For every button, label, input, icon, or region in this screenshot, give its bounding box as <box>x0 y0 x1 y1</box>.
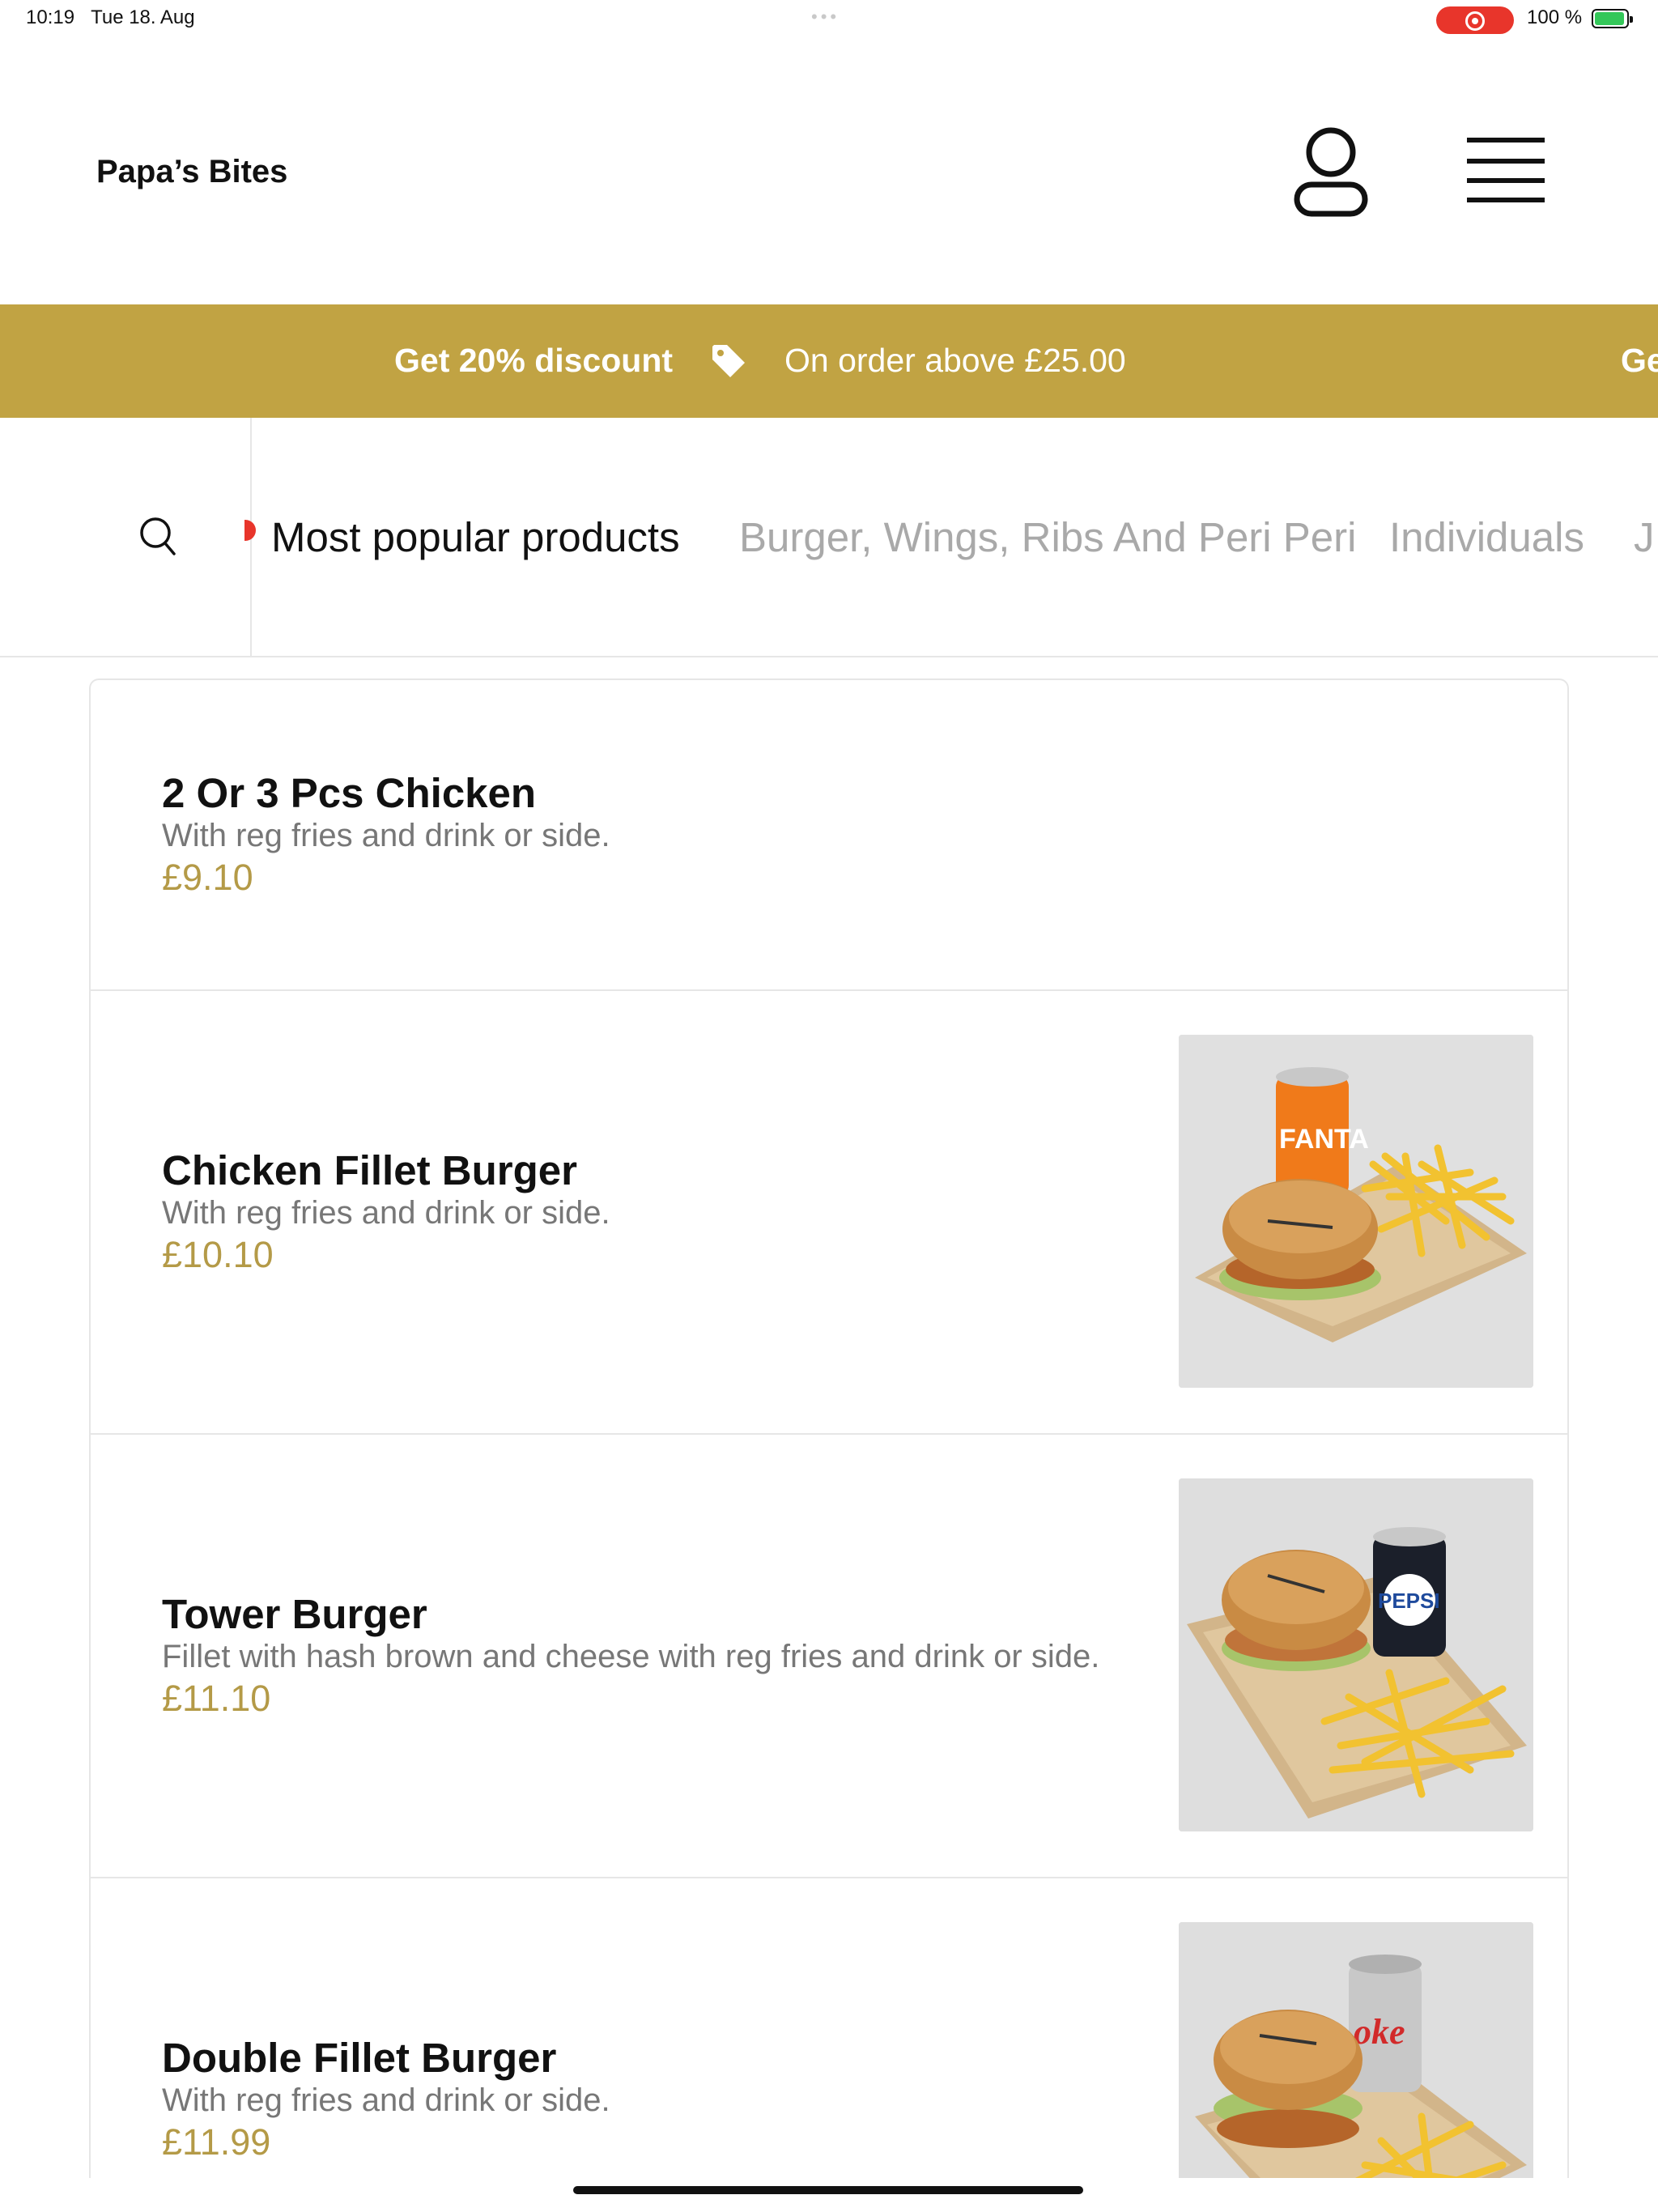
app-header: Papa’s Bites <box>0 81 1658 304</box>
category-bar: Most popular products Burger, Wings, Rib… <box>0 418 1658 657</box>
product-image[interactable]: FANTA <box>1179 1035 1533 1388</box>
active-category-marker <box>244 520 256 541</box>
product-list: 2 Or 3 Pcs Chicken With reg fries and dr… <box>89 678 1569 2212</box>
product-name: Chicken Fillet Burger <box>162 1147 577 1193</box>
product-price: £11.10 <box>162 1678 271 1719</box>
product-image[interactable]: PEPSI <box>1179 1478 1533 1831</box>
brand-title[interactable]: Papa’s Bites <box>96 154 287 190</box>
can-label: PEPSI <box>1378 1589 1440 1613</box>
product-description: With reg fries and drink or side. <box>162 818 610 853</box>
tab-burger-wings[interactable]: Burger, Wings, Ribs And Peri Peri <box>739 513 1357 561</box>
product-item[interactable]: Chicken Fillet Burger With reg fries and… <box>91 991 1567 1435</box>
product-name: 2 Or 3 Pcs Chicken <box>162 770 537 816</box>
search-icon <box>140 517 176 555</box>
search-button[interactable] <box>0 418 252 656</box>
product-name: Double Fillet Burger <box>162 2035 557 2081</box>
product-price: £11.99 <box>162 2121 271 2163</box>
status-time: 10:19 Tue 18. Aug <box>26 6 195 28</box>
banner-condition: On order above £25.00 <box>784 342 1126 379</box>
tag-icon <box>712 345 745 377</box>
tab-most-popular[interactable]: Most popular products <box>271 513 680 561</box>
multitasking-dots[interactable]: ••• <box>811 6 840 28</box>
bottom-safe-area <box>0 2178 1658 2212</box>
product-price: £9.10 <box>162 857 253 898</box>
product-description: With reg fries and drink or side. <box>162 1195 610 1231</box>
battery-percent: 100 % <box>1527 6 1583 28</box>
product-image[interactable]: oke <box>1179 1922 1533 2212</box>
battery-icon <box>1592 9 1633 28</box>
product-description: Fillet with hash brown and cheese with r… <box>162 1639 1100 1674</box>
promo-banner: Get 20% discount On order above £25.00 G… <box>0 304 1658 418</box>
user-icon[interactable] <box>1292 126 1370 219</box>
product-item[interactable]: 2 Or 3 Pcs Chicken With reg fries and dr… <box>91 680 1567 991</box>
can-label: oke <box>1354 2012 1405 2052</box>
hamburger-menu-icon[interactable] <box>1465 136 1546 204</box>
product-price: £10.10 <box>162 1234 274 1275</box>
product-description: With reg fries and drink or side. <box>162 2082 610 2118</box>
can-label: FANTA <box>1279 1124 1369 1155</box>
product-item[interactable]: Tower Burger Fillet with hash brown and … <box>91 1435 1567 1878</box>
product-name: Tower Burger <box>162 1591 427 1637</box>
tab-individuals[interactable]: Individuals <box>1389 513 1584 561</box>
banner-discount: Get 20% discount <box>394 342 674 379</box>
home-indicator[interactable] <box>573 2186 1083 2194</box>
banner-repeat: Ge <box>1621 342 1658 379</box>
status-bar: 10:19 Tue 18. Aug ••• 100 % <box>0 0 1658 40</box>
product-item[interactable]: Double Fillet Burger With reg fries and … <box>91 1878 1567 2212</box>
tab-next[interactable]: J <box>1634 513 1655 561</box>
screen-recording-indicator[interactable] <box>1436 6 1514 34</box>
